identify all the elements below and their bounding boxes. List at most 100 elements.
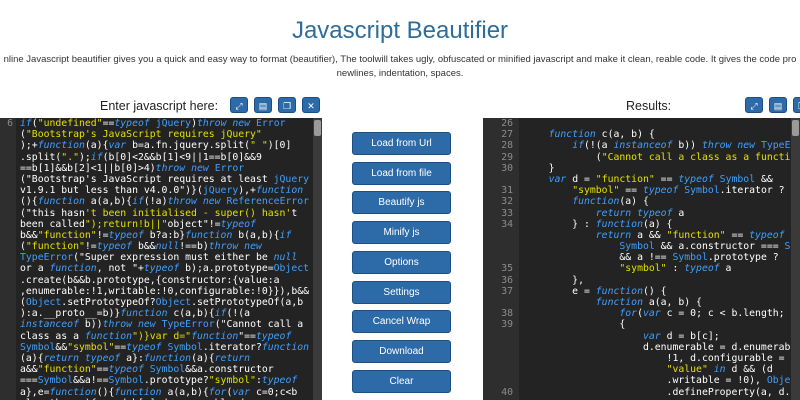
line-number: 31 — [501, 185, 513, 197]
results-copy-button[interactable]: ❐ — [793, 97, 800, 113]
input-scrollbar-thumb[interactable] — [314, 120, 321, 136]
code-line: if("undefined"==typeof jQuery)throw new … — [20, 118, 286, 129]
line-number — [483, 375, 513, 386]
line-number: 40 — [501, 386, 513, 398]
expand-icon: ⤢ — [235, 101, 243, 111]
code-line: .create(b&&b.prototype,{constructor:{val… — [20, 274, 280, 286]
load-from-file-button[interactable]: Load from file — [352, 161, 451, 185]
copy-icon: ❐ — [282, 101, 292, 111]
settings-button[interactable]: Settings — [352, 280, 451, 304]
code-line: "value" in d && (d — [666, 364, 773, 376]
line-number — [0, 353, 13, 364]
code-line: instanceof b))throw new TypeError("Canno… — [20, 319, 304, 331]
code-line: for(var c = 0; c < b.length; c++) — [619, 308, 800, 320]
line-number — [0, 286, 13, 297]
line-number: 32 — [501, 196, 513, 208]
line-number — [483, 241, 513, 252]
line-number: 35 — [501, 263, 513, 275]
code-line: or a function, not "+typeof b);a.prototy… — [20, 263, 310, 275]
line-number: 37 — [501, 285, 513, 297]
options-button[interactable]: Options — [352, 250, 451, 274]
code-line: d.enumerable = d.enumerable || — [525, 341, 800, 353]
line-number: 34 — [501, 218, 513, 230]
code-line: ):a.__proto__=b)}function c(a,b){if(!(a — [20, 308, 251, 320]
results-scrollbar-thumb[interactable] — [792, 120, 799, 136]
code-line: ("Bootstrap's JavaScript requires at lea… — [20, 173, 310, 185]
results-code[interactable]: function c(a, b) { if(!(a instanceof b))… — [525, 118, 800, 398]
code-line: e = function() { — [525, 285, 667, 297]
input-expand-button[interactable]: ⤢ — [230, 97, 248, 113]
cancel-wrap-button[interactable]: Cancel Wrap — [352, 310, 451, 334]
results-scrollbar[interactable] — [791, 118, 800, 400]
line-number — [0, 275, 13, 286]
code-line: var d = b[c]; — [642, 330, 720, 342]
input-paste-button[interactable]: ▤ — [254, 97, 272, 113]
code-line: a},e=function(){function a(a,b){for(var … — [20, 386, 298, 398]
line-number: 29 — [501, 151, 513, 163]
line-number: 26 — [501, 118, 513, 129]
beautify-js-button[interactable]: Beautify js — [352, 191, 451, 215]
code-line: (){function a(a,b){if(!a)throw new Refer… — [20, 196, 310, 208]
page-description: nline Javascript beautifier gives you a … — [0, 53, 800, 81]
code-line: );+function(a){var b=a.fn.jquery.split("… — [20, 140, 292, 152]
code-line: return typeof a — [595, 207, 685, 219]
line-number — [0, 387, 13, 398]
line-number — [0, 342, 13, 353]
results-line-gutter: 26 27 28 29 30 31 32 33 34 35 36 37 38 39 40 — [483, 118, 519, 400]
input-code[interactable]: if("undefined"==typeof jQuery)throw new … — [20, 118, 310, 400]
code-line: ,enumerable:!1,writable:!0,configurable:… — [20, 285, 310, 297]
description-line-1: nline Javascript beautifier gives you a … — [3, 54, 797, 65]
code-line: b&&"function"!=typeof b?a:b}function b(a… — [20, 229, 292, 241]
code-line: .split(".");if(b[0]<2&&b[1]<9||1==b[0]&&… — [20, 151, 262, 163]
code-line: ("function"!=typeof b&&null!==b)throw ne… — [20, 241, 262, 253]
line-number — [483, 230, 513, 241]
line-number — [0, 263, 13, 274]
line-number: 27 — [501, 129, 513, 141]
line-number — [0, 163, 13, 174]
line-number — [0, 252, 13, 263]
code-line: class as a function")}var d="function"==… — [20, 330, 292, 342]
results-expand-button[interactable]: ⤢ — [745, 97, 763, 113]
code-line: function(a) { — [572, 196, 649, 208]
code-line: v1.9.1 but less than v4.0.0")}(jQuery),+… — [20, 185, 304, 197]
line-number: 38 — [501, 308, 513, 320]
line-number — [0, 140, 13, 151]
results-editor[interactable]: 26 27 28 29 30 31 32 33 34 35 36 37 38 39 40 function … — [483, 118, 800, 400]
code-line: return a && "function" == typeof — [595, 229, 785, 241]
input-close-button[interactable]: ✕ — [302, 97, 320, 113]
line-number — [483, 331, 513, 342]
code-line: ==b[1]&&b[2]<1||b[0]>4)throw new Error — [20, 162, 245, 174]
clear-button[interactable]: Clear — [352, 369, 451, 393]
code-line: } — [525, 162, 555, 174]
results-paste-button[interactable]: ▤ — [769, 97, 787, 113]
code-line: "symbol" == typeof Symbol.iterator ? — [572, 185, 785, 197]
code-line: .defineProperty(a, d.key, — [525, 386, 800, 398]
line-number — [0, 230, 13, 241]
line-number — [0, 308, 13, 319]
code-line: ("this hasn't been initialised - super()… — [20, 207, 298, 219]
code-line: Symbol&&"symbol"==typeof Symbol.iterator… — [20, 341, 310, 353]
code-line: ===Symbol&&a!==Symbol.prototype?"symbol"… — [20, 375, 298, 387]
input-copy-button[interactable]: ❐ — [278, 97, 296, 113]
line-number — [483, 174, 513, 185]
line-number: 39 — [501, 319, 513, 331]
paste-icon: ▤ — [258, 101, 268, 111]
code-line: { — [525, 319, 626, 331]
line-number — [483, 252, 513, 263]
javascript-input-editor[interactable]: 6 if("undefined"==typeof jQuery)throw ne… — [0, 118, 322, 400]
line-number: 36 — [501, 274, 513, 286]
line-number — [0, 219, 13, 230]
input-scrollbar[interactable] — [313, 118, 322, 400]
line-number — [0, 208, 13, 219]
line-number — [483, 364, 513, 375]
line-number — [0, 196, 13, 207]
load-from-url-button[interactable]: Load from Url — [352, 132, 451, 155]
code-line: !1, d.configurable = !0, — [525, 352, 800, 364]
code-line: function a(a, b) { — [595, 297, 702, 308]
line-number: 33 — [501, 207, 513, 219]
minify-js-button[interactable]: Minify js — [352, 221, 451, 245]
code-line: a&&"function"==typeof Symbol&&a.construc… — [20, 364, 274, 376]
download-button[interactable]: Download — [352, 339, 451, 363]
code-line: && a !== Symbol.prototype ? — [525, 252, 779, 264]
